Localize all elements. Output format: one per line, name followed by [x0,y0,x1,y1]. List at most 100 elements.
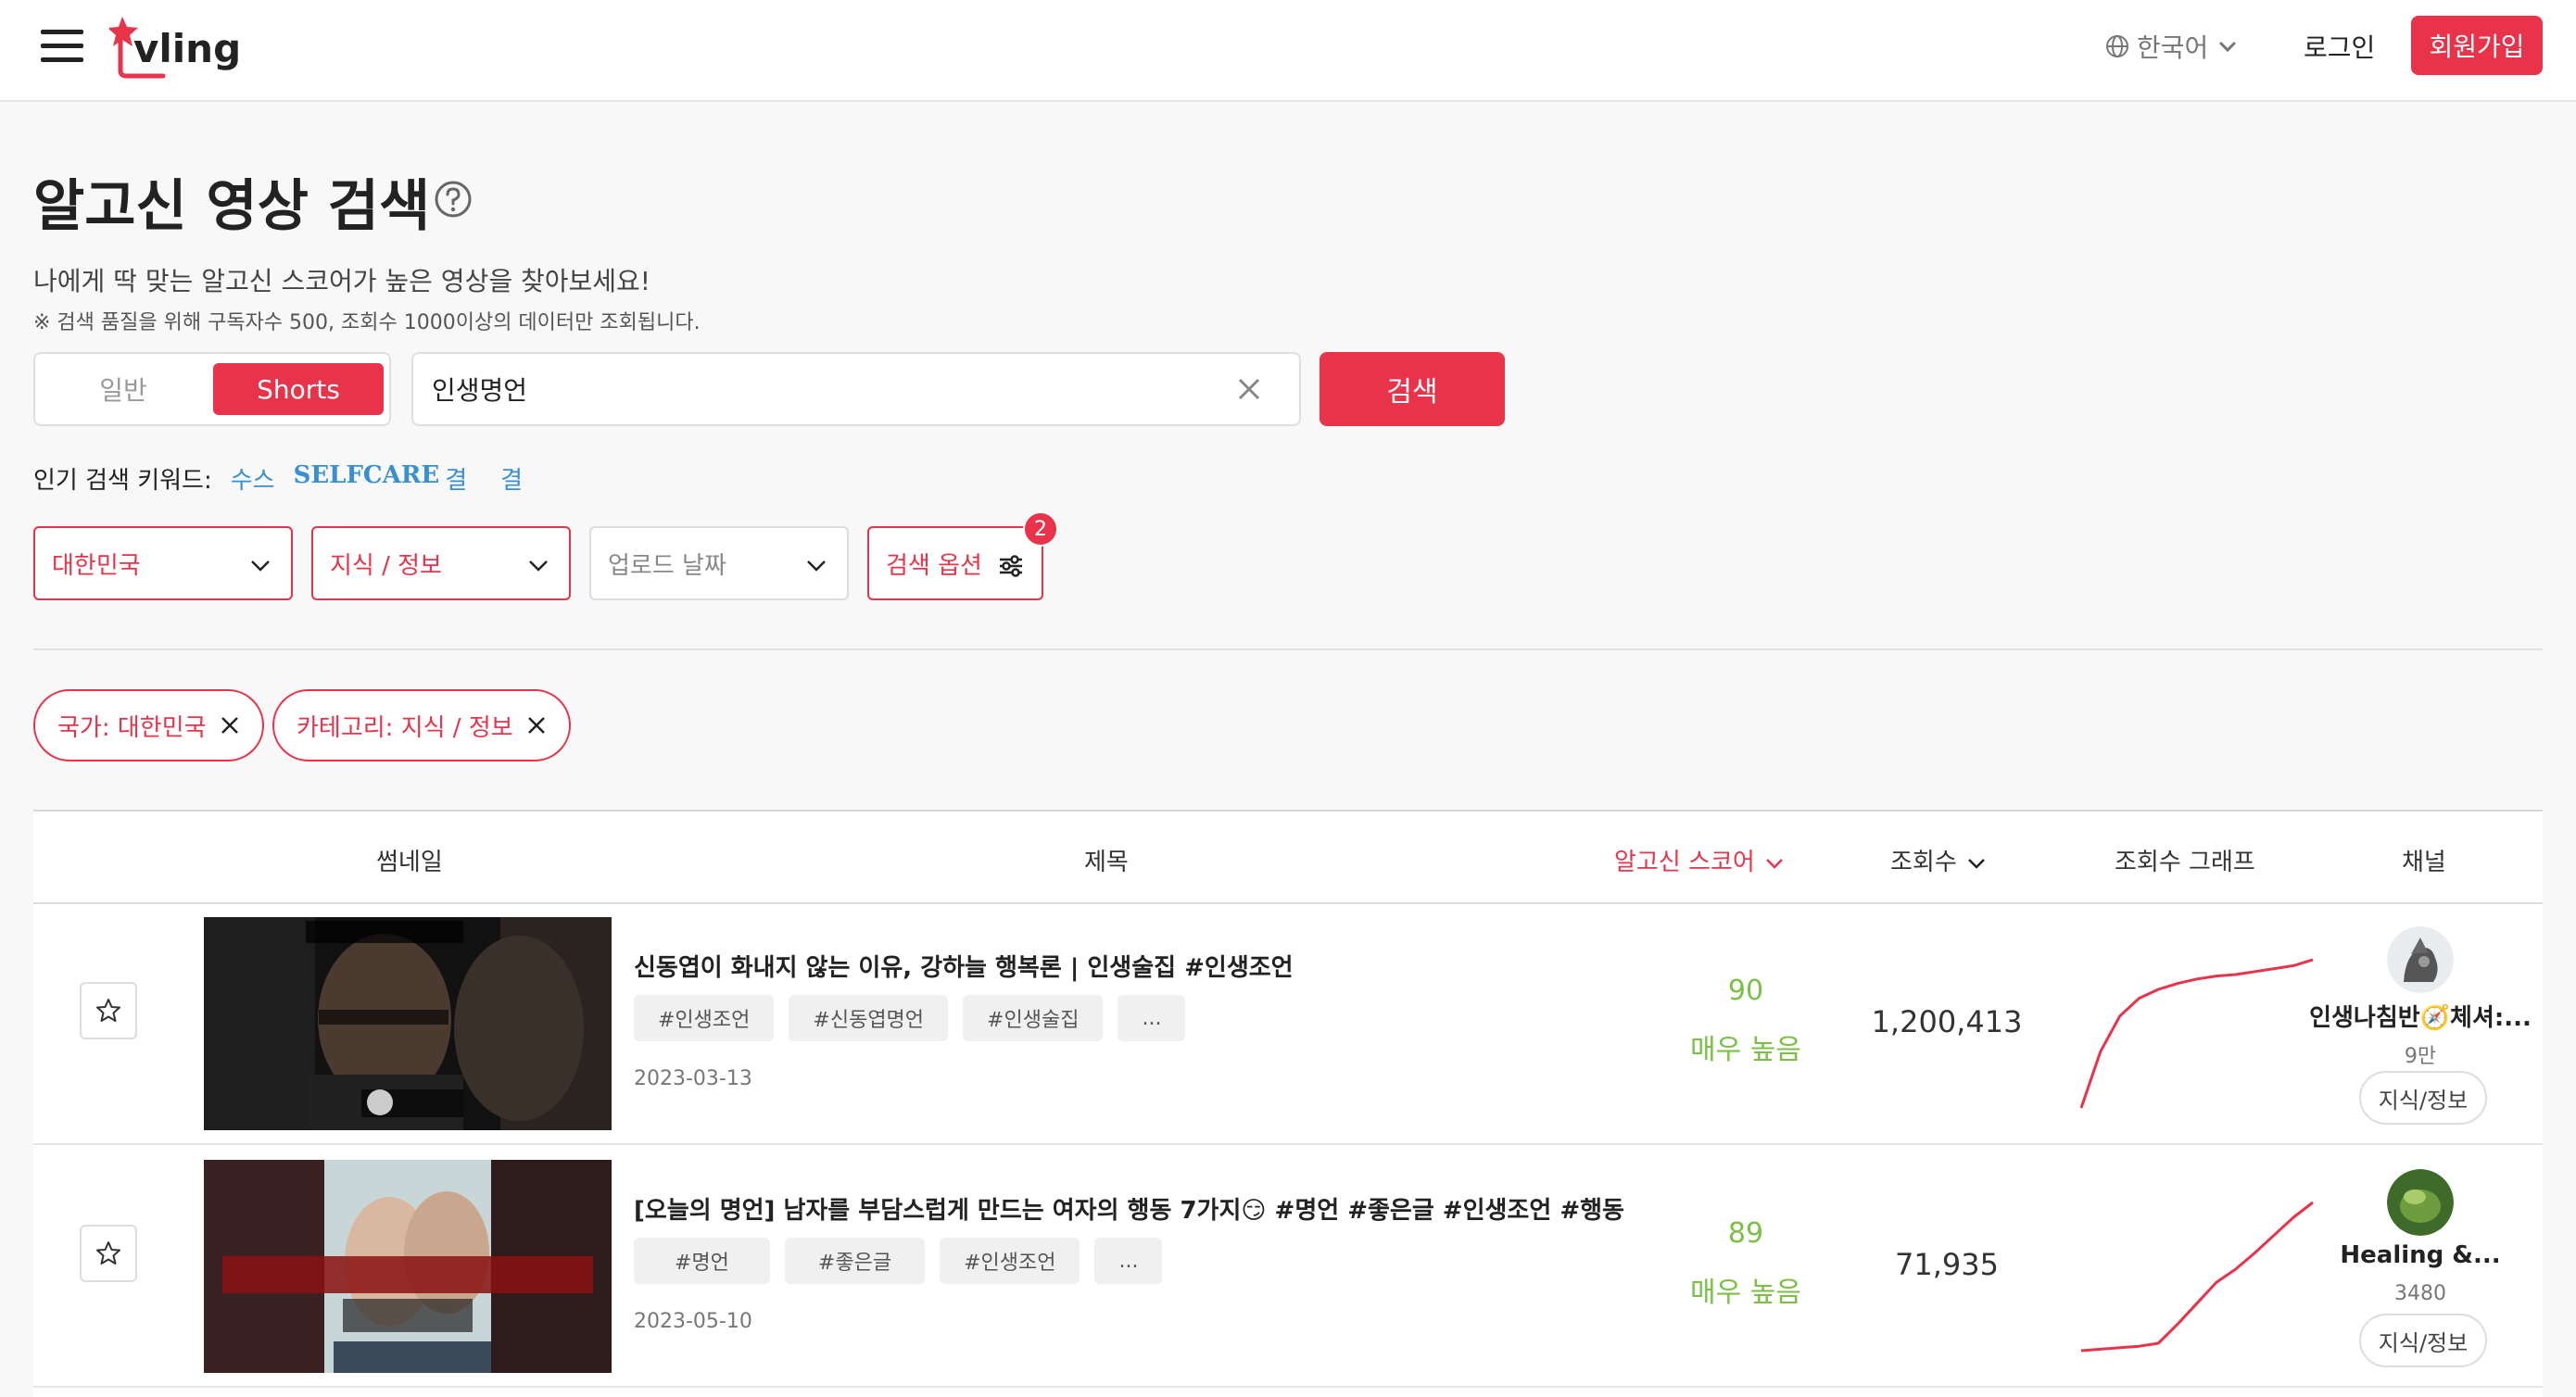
popular-label: 인기 검색 키워드: [33,467,212,495]
video-thumbnail[interactable] [204,1160,612,1373]
search-type-toggle: 일반 Shorts [33,352,391,426]
section-divider [33,648,2543,650]
tag-chip[interactable]: #신동엽명언 [789,995,949,1041]
language-selector[interactable]: 한국어 [2105,28,2240,65]
keyword-link[interactable]: 수스 [231,461,275,496]
keyword-link[interactable]: SELFCARE [294,461,440,496]
top-bar: vling 한국어 로그인 회원가입 [0,0,2576,102]
popular-keywords: 인기 검색 키워드: 수스 SELFCARE 결 결 [33,461,523,496]
tag-more[interactable]: ... [1094,1238,1163,1284]
video-title[interactable]: 신동엽이 화내지 않는 이유, 강하늘 행복론 | 인생술집 #인생조언 [634,949,1294,983]
score-value: 89 [1727,1217,1764,1250]
tag-list: #명언 #좋은글 #인생조언 ... [634,1238,1163,1284]
star-icon [96,999,120,1022]
toggle-shorts[interactable]: Shorts [213,363,384,415]
channel-avatar-image [2387,926,2454,993]
header-views[interactable]: 조회수 [1890,843,1987,877]
score-label: 매우 높음 [1690,1277,1801,1309]
avatar[interactable] [2387,926,2454,993]
channel-category[interactable]: 지식/정보 [2359,1071,2487,1125]
category-dropdown[interactable]: 지식 / 정보 [311,526,571,600]
thumbnail-image [204,1160,612,1373]
avatar[interactable] [2387,1169,2454,1236]
page-title: 알고신 영상 검색 [33,174,431,239]
header-views-label: 조회수 [1890,849,1957,876]
close-icon[interactable] [524,713,549,737]
tag-list: #인생조언 #신동엽명언 #인생술집 ... [634,995,1186,1041]
channel-name[interactable]: Healing &... [2300,1241,2541,1269]
search-input[interactable] [432,367,1192,411]
search-button[interactable]: 검색 [1320,352,1505,426]
score-value: 90 [1727,975,1764,1007]
search-options-label: 검색 옵션 [886,552,982,580]
language-label: 한국어 [2137,32,2209,63]
channel-subscribers: 9만 [2404,1045,2437,1068]
category-dropdown-label: 지식 / 정보 [330,552,442,580]
close-icon[interactable] [218,713,242,737]
chevron-down-icon [1765,858,1783,869]
tag-chip[interactable]: #인생술집 [963,995,1104,1041]
tag-chip[interactable]: #인생조언 [634,995,775,1041]
chevron-down-icon [529,560,548,572]
header-thumbnail: 썸네일 [376,849,443,876]
clear-icon[interactable] [1232,372,1266,406]
upload-date-dropdown-label: 업로드 날짜 [608,552,726,580]
graph-line [2079,958,2314,1109]
search-options-button[interactable]: 검색 옵션 [867,526,1043,600]
chip-label: 국가: 대한민국 [57,713,207,742]
search-box [411,352,1301,426]
view-graph [2079,958,2314,1109]
channel-avatar-image [2387,1169,2454,1236]
score-label: 매우 높음 [1690,1034,1801,1066]
favorite-button[interactable] [80,1225,137,1282]
view-graph [2080,1201,2314,1353]
upload-date-dropdown[interactable]: 업로드 날짜 [589,526,849,600]
table-header: 썸네일 제목 알고신 스코어 조회수 조회수 그래프 채널 [33,812,2543,904]
keyword-link[interactable]: 결 [500,461,523,496]
tag-more[interactable]: ... [1118,995,1186,1041]
table-row: [오늘의 명언] 남자를 부담스럽게 만드는 여자의 행동 7가지😏 #명언 #… [33,1147,2543,1388]
chip-country: 국가: 대한민국 [33,689,264,761]
help-icon[interactable] [434,180,473,219]
options-count-badge: 2 [1023,511,1058,547]
video-date: 2023-03-13 [634,1067,752,1090]
signup-button[interactable]: 회원가입 [2411,16,2543,75]
chevron-down-icon [807,560,826,572]
header-title: 제목 [1084,849,1129,876]
logo[interactable]: vling [107,15,241,80]
channel-category[interactable]: 지식/정보 [2359,1314,2487,1367]
logo-text: vling [133,26,242,71]
sliders-icon [1000,555,1022,577]
keyword-link[interactable]: 결 [445,461,467,496]
tag-chip[interactable]: #좋은글 [784,1238,926,1284]
header-score[interactable]: 알고신 스코어 [1614,843,1785,877]
chevron-down-icon [251,560,270,572]
country-dropdown-label: 대한민국 [52,552,141,580]
video-title[interactable]: [오늘의 명언] 남자를 부담스럽게 만드는 여자의 행동 7가지😏 #명언 #… [634,1191,1624,1226]
header-graph: 조회수 그래프 [2115,849,2255,876]
tag-chip[interactable]: #인생조언 [940,1238,1080,1284]
graph-line [2080,1201,2314,1353]
globe-icon [2106,35,2128,57]
toggle-general[interactable]: 일반 [35,354,211,424]
table-row: 신동엽이 화내지 않는 이유, 강하늘 행복론 | 인생술집 #인생조언 #인생… [33,904,2543,1145]
video-date: 2023-05-10 [634,1310,752,1333]
menu-icon[interactable] [41,28,83,65]
chip-label: 카테고리: 지식 / 정보 [297,713,513,742]
view-count: 71,935 [1895,1247,1999,1282]
chip-category: 카테고리: 지식 / 정보 [272,689,571,761]
favorite-button[interactable] [80,982,137,1039]
thumbnail-image [204,917,612,1130]
channel-subscribers: 3480 [2394,1282,2446,1305]
login-link[interactable]: 로그인 [2304,28,2375,65]
header-channel: 채널 [2402,849,2446,876]
tag-chip[interactable]: #명언 [634,1238,770,1284]
star-icon [96,1241,120,1265]
results-table: 썸네일 제목 알고신 스코어 조회수 조회수 그래프 채널 신동엽이 화내지 않… [33,810,2543,1397]
keyword-group: SELFCARE 결 [294,461,468,496]
header-score-label: 알고신 스코어 [1614,849,1755,876]
country-dropdown[interactable]: 대한민국 [33,526,293,600]
chevron-down-icon [1967,858,1985,869]
video-thumbnail[interactable] [204,917,612,1130]
channel-name[interactable]: 인생나침반🧭체셔:... [2300,999,2541,1033]
